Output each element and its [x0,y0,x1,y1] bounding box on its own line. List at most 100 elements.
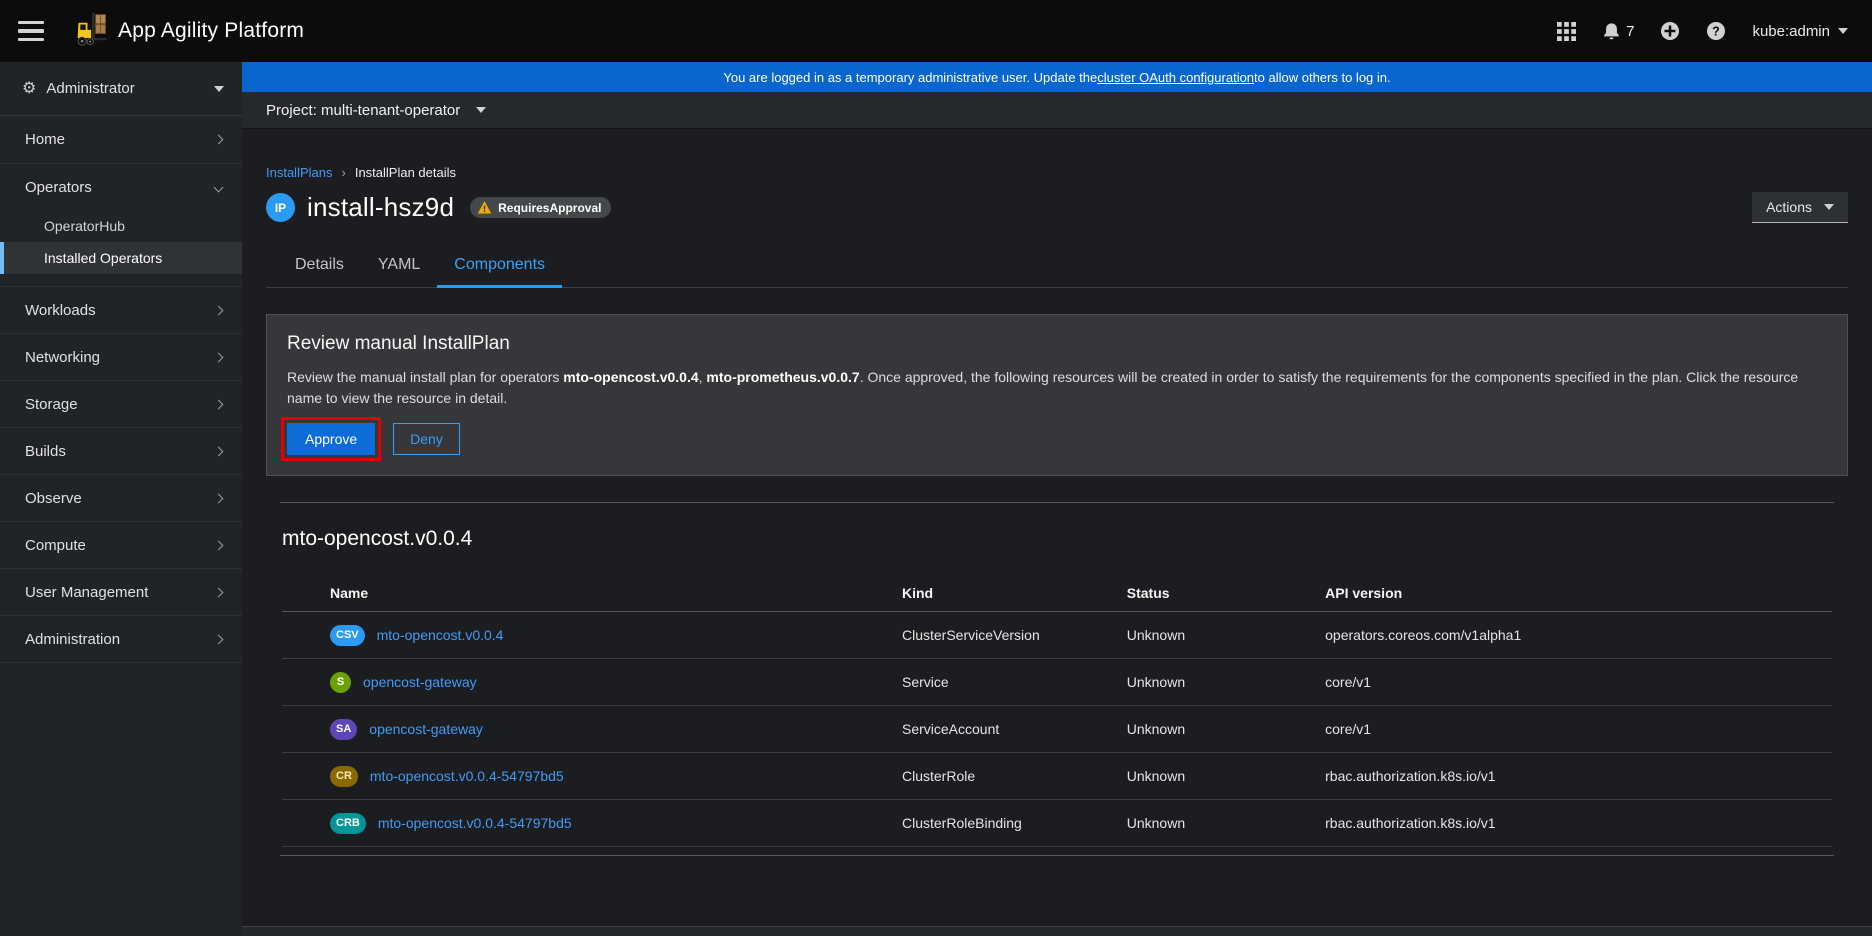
sidebar-item-user-management[interactable]: User Management [0,568,242,615]
sidebar-item-operators[interactable]: Operators [0,163,242,210]
banner-text: to allow others to log in. [1254,70,1391,85]
api-version-cell: rbac.authorization.k8s.io/v1 [1325,768,1832,784]
status-cell: Unknown [1127,815,1325,831]
username: kube:admin [1752,23,1830,40]
breadcrumb: InstallPlans › InstallPlan details [266,165,1848,180]
sidebar-item-compute[interactable]: Compute [0,521,242,568]
status-badge: RequiresApproval [470,197,611,218]
tab-bar: Details YAML Components [266,245,1848,288]
banner-text: You are logged in as a temporary adminis… [723,70,1097,85]
temp-admin-banner: You are logged in as a temporary adminis… [242,62,1872,92]
column-header-status: Status [1127,579,1325,611]
tab-yaml[interactable]: YAML [361,245,437,287]
component-section-title: mto-opencost.v0.0.4 [282,527,1848,551]
oauth-config-link[interactable]: cluster OAuth configuration [1097,70,1254,85]
status-text: RequiresApproval [498,201,601,215]
sidebar-items: Home Operators OperatorHubInstalled Oper… [0,116,242,663]
api-version-cell: operators.coreos.com/v1alpha1 [1325,627,1832,643]
kind-cell: ServiceAccount [902,721,1127,737]
resource-name-link[interactable]: opencost-gateway [369,721,483,737]
brand: App Agility Platform [74,11,304,52]
status-cell: Unknown [1127,721,1325,737]
installplan-resource-badge: IP [266,193,295,222]
kind-cell: ClusterRoleBinding [902,815,1127,831]
svg-text:?: ? [1713,25,1721,39]
sidebar-item-storage[interactable]: Storage [0,380,242,427]
components-table: Name Kind Status API version CSV mto-ope… [282,579,1832,847]
resource-name-link[interactable]: mto-opencost.v0.0.4 [377,627,504,643]
resource-kind-badge: S [330,672,351,693]
approve-button[interactable]: Approve [287,423,375,455]
table-row: SA opencost-gateway ServiceAccount Unkno… [282,706,1832,753]
table-row: CSV mto-opencost.v0.0.4 ClusterServiceVe… [282,612,1832,659]
breadcrumb-current: InstallPlan details [355,165,456,180]
sidebar-item-networking[interactable]: Networking [0,333,242,380]
kind-cell: ClusterServiceVersion [902,627,1127,643]
table-header-row: Name Kind Status API version [282,579,1832,612]
table-row: S opencost-gateway Service Unknown core/… [282,659,1832,706]
sidebar-item-installed-operators[interactable]: Installed Operators [0,242,242,274]
app-launcher-icon[interactable] [1557,22,1576,41]
section-divider [280,502,1834,503]
chevron-down-icon [214,86,224,92]
review-card-title: Review manual InstallPlan [287,333,1827,355]
forklift-logo-icon [74,11,110,52]
tab-components[interactable]: Components [437,245,562,287]
project-selector[interactable]: Project: multi-tenant-operator [242,92,1872,129]
sidebar-nav: ⚙ Administrator Home Operators OperatorH… [0,62,242,936]
column-header-kind: Kind [902,579,1127,611]
warning-triangle-icon [477,200,492,215]
page-header: IP install-hsz9d RequiresApproval [266,192,1848,223]
notification-count: 7 [1626,23,1634,40]
kind-cell: ClusterRole [902,768,1127,784]
masthead: App Agility Platform 7 [0,0,1872,62]
column-header-api-version: API version [1325,579,1832,611]
status-cell: Unknown [1127,674,1325,690]
actions-label: Actions [1766,199,1812,215]
sidebar-item-operatorhub[interactable]: OperatorHub [0,210,242,242]
resource-name-link[interactable]: opencost-gateway [363,674,477,690]
kind-cell: Service [902,674,1127,690]
project-label: Project: multi-tenant-operator [266,102,460,119]
resource-kind-badge: SA [330,719,357,740]
breadcrumb-installplans-link[interactable]: InstallPlans [266,165,332,180]
nav-toggle-button[interactable] [18,21,44,41]
app-title: App Agility Platform [118,19,304,43]
chevron-down-icon [476,107,486,113]
status-cell: Unknown [1127,768,1325,784]
api-version-cell: rbac.authorization.k8s.io/v1 [1325,815,1832,831]
resource-name-link[interactable]: mto-opencost.v0.0.4-54797bd5 [370,768,564,784]
deny-button[interactable]: Deny [393,423,460,455]
app-window: App Agility Platform 7 [0,0,1872,936]
review-card-description: Review the manual install plan for opera… [287,367,1827,409]
chevron-down-icon [1824,204,1834,210]
help-icon[interactable]: ? [1706,21,1726,41]
chevron-down-icon [1838,28,1848,34]
sidebar-item-builds[interactable]: Builds [0,427,242,474]
actions-dropdown-button[interactable]: Actions [1752,192,1848,223]
table-body: CSV mto-opencost.v0.0.4 ClusterServiceVe… [282,612,1832,847]
api-version-cell: core/v1 [1325,674,1832,690]
tab-details[interactable]: Details [278,245,361,287]
sidebar-item-home[interactable]: Home [0,116,242,163]
api-version-cell: core/v1 [1325,721,1832,737]
resource-kind-badge: CR [330,766,358,787]
resource-name-link[interactable]: mto-opencost.v0.0.4-54797bd5 [378,815,572,831]
breadcrumb-separator: › [341,165,345,180]
page-content: InstallPlans › InstallPlan details IP in… [242,129,1872,936]
sidebar-item-workloads[interactable]: Workloads [0,286,242,333]
perspective-switcher[interactable]: ⚙ Administrator [0,62,242,116]
status-cell: Unknown [1127,627,1325,643]
sidebar-item-observe[interactable]: Observe [0,474,242,521]
user-menu[interactable]: kube:admin [1752,23,1848,40]
add-plus-icon[interactable] [1660,21,1680,41]
review-installplan-card: Review manual InstallPlan Review the man… [266,314,1848,476]
page-title: install-hsz9d [307,192,454,223]
section-divider [280,855,1834,856]
column-header-name: Name [282,579,902,611]
table-row: CRB mto-opencost.v0.0.4-54797bd5 Cluster… [282,800,1832,847]
cogs-icon: ⚙ [22,81,36,97]
sidebar-subitems: OperatorHubInstalled Operators [0,210,242,286]
notifications-bell-icon[interactable]: 7 [1602,22,1634,41]
sidebar-item-administration[interactable]: Administration [0,615,242,662]
